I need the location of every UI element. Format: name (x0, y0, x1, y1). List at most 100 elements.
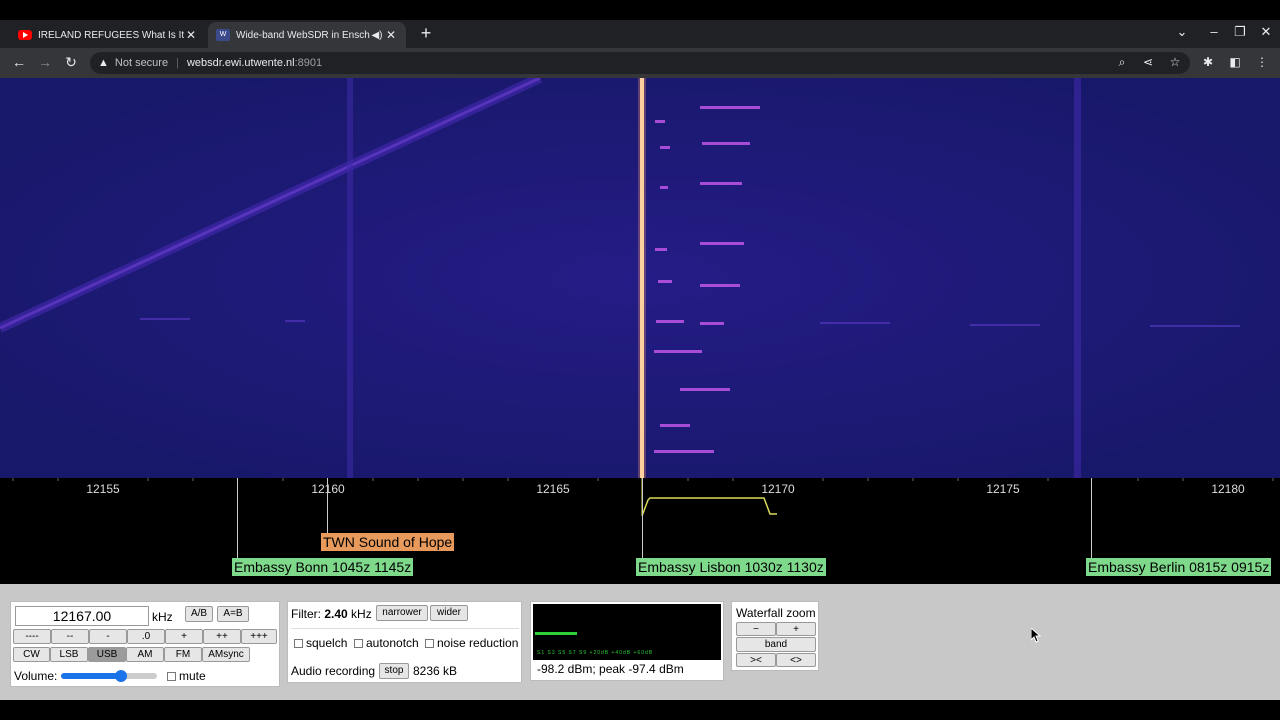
round-frequency-button[interactable]: .0 (127, 629, 165, 644)
station-label-berlin[interactable]: Embassy Berlin 0815z 0915z (1086, 558, 1272, 576)
a-equals-b-button[interactable]: A=B (217, 606, 249, 622)
audio-recording-label: Audio recording (291, 664, 376, 678)
mouse-cursor-icon (1031, 628, 1042, 643)
extensions-icon[interactable]: ✱ (1200, 55, 1216, 69)
smeter-panel: S1 S3 S5 S7 S9 +20dB +40dB +60dB -98.2 d… (530, 601, 724, 681)
tick-label: 12165 (536, 482, 570, 496)
waterfall-image (0, 78, 1280, 478)
address-bar[interactable]: ▲ Not secure | websdr.ewi.utwente.nl :89… (90, 52, 1190, 74)
page-content: 12155 12160 12165 12170 12175 12180 TWN … (0, 78, 1280, 700)
zoom-wide-button[interactable]: <> (776, 653, 816, 667)
step-down-large-button[interactable]: ---- (13, 629, 51, 644)
url-host: websdr.ewi.utwente.nl (186, 57, 295, 69)
side-panel-icon[interactable]: ◧ (1227, 55, 1243, 69)
zoom-title: Waterfall zoom (736, 606, 816, 620)
tab-websdr[interactable]: W Wide-band WebSDR in Ensch ◀) ✕ (208, 22, 406, 48)
station-label-twn[interactable]: TWN Sound of Hope (321, 533, 455, 551)
zoom-narrow-button[interactable]: >< (736, 653, 776, 667)
autonotch-checkbox[interactable]: autonotch (354, 636, 419, 650)
frequency-unit: kHz (152, 610, 173, 624)
volume-slider-knob[interactable] (114, 670, 127, 682)
tab-strip: IRELAND REFUGEES What Is It R ✕ W Wide-b… (0, 20, 1280, 48)
signal-readout: -98.2 dBm; peak -97.4 dBm (537, 662, 684, 676)
waterfall-display[interactable] (0, 78, 1280, 478)
step-down-medium-button[interactable]: -- (51, 629, 89, 644)
step-up-medium-button[interactable]: ++ (203, 629, 241, 644)
zoom-icon[interactable]: ⌕ (1114, 55, 1130, 70)
tab-title: Wide-band WebSDR in Ensch (236, 29, 370, 41)
zoom-band-button[interactable]: band (736, 637, 816, 652)
youtube-icon (18, 30, 32, 40)
mode-usb-button[interactable]: USB (88, 647, 126, 662)
station-marker-line (237, 478, 238, 558)
station-marker-line (642, 478, 643, 558)
station-label-bonn[interactable]: Embassy Bonn 1045z 1145z (232, 558, 414, 576)
narrower-button[interactable]: narrower (376, 605, 428, 621)
frequency-scale[interactable]: 12155 12160 12165 12170 12175 12180 TWN … (0, 478, 1280, 584)
url-port: :8901 (294, 57, 323, 69)
menu-icon[interactable]: ⋮ (1254, 55, 1270, 69)
mute-checkbox[interactable]: mute (167, 669, 206, 683)
volume-slider-fill (61, 673, 121, 679)
squelch-checkbox[interactable]: squelch (294, 636, 347, 650)
browser-toolbar: ← → ↻ ▲ Not secure | websdr.ewi.utwente.… (0, 48, 1280, 78)
smeter-display: S1 S3 S5 S7 S9 +20dB +40dB +60dB (533, 604, 721, 660)
control-panel-area: 12167.00 kHz A/B A=B ---- -- - .0 + ++ +… (0, 584, 1280, 700)
tick-label: 12175 (986, 482, 1020, 496)
not-secure-label: Not secure (114, 57, 169, 69)
screen-top-bar (0, 0, 1280, 20)
step-up-large-button[interactable]: +++ (241, 629, 277, 644)
stop-recording-button[interactable]: stop (379, 663, 409, 679)
ab-button[interactable]: A/B (185, 606, 213, 622)
zoom-out-button[interactable]: − (736, 622, 776, 636)
window-close-icon[interactable]: ✕ (1256, 24, 1276, 40)
mode-fm-button[interactable]: FM (164, 647, 202, 662)
tuning-panel: 12167.00 kHz A/B A=B ---- -- - .0 + ++ +… (10, 601, 280, 687)
volume-label: Volume: (14, 669, 58, 683)
warning-icon: ▲ (98, 57, 109, 69)
tab-search-chevron-icon[interactable]: ⌄ (1172, 24, 1192, 40)
divider: | (176, 57, 179, 69)
bookmark-star-icon[interactable]: ☆ (1167, 55, 1183, 69)
filter-panel: Filter: 2.40 kHz narrower wider squelch … (287, 601, 522, 683)
tick-label: 12160 (311, 482, 345, 496)
speaker-icon[interactable]: ◀) (370, 30, 384, 41)
close-icon[interactable]: ✕ (384, 28, 398, 42)
mode-amsync-button[interactable]: AMsync (202, 647, 250, 662)
restore-icon[interactable]: ❐ (1230, 24, 1250, 40)
mode-lsb-button[interactable]: LSB (50, 647, 88, 662)
tab-title: IRELAND REFUGEES What Is It R (38, 29, 184, 41)
volume-slider[interactable] (61, 670, 157, 682)
tick-label: 12180 (1211, 482, 1245, 496)
screen: IRELAND REFUGEES What Is It R ✕ W Wide-b… (0, 0, 1280, 720)
zoom-in-button[interactable]: + (776, 622, 816, 636)
back-icon[interactable]: ← (10, 54, 28, 70)
minimize-icon[interactable]: – (1204, 24, 1224, 39)
step-down-small-button[interactable]: - (89, 629, 127, 644)
forward-icon[interactable]: → (36, 54, 54, 70)
filter-readout: Filter: 2.40 kHz (291, 607, 372, 621)
mute-label: mute (179, 669, 206, 683)
smeter-scale: S1 S3 S5 S7 S9 +20dB +40dB +60dB (537, 650, 654, 656)
station-marker-line (1091, 478, 1092, 558)
waterfall-zoom-panel: Waterfall zoom − + band >< <> (731, 601, 819, 671)
mode-am-button[interactable]: AM (126, 647, 164, 662)
step-up-small-button[interactable]: + (165, 629, 203, 644)
tick-label: 12155 (86, 482, 120, 496)
divider (291, 628, 519, 629)
frequency-input[interactable]: 12167.00 (15, 606, 149, 626)
wider-button[interactable]: wider (430, 605, 468, 621)
share-icon[interactable]: ⋖ (1140, 55, 1156, 69)
websdr-icon: W (216, 29, 230, 41)
noise-reduction-checkbox[interactable]: noise reduction (425, 636, 518, 650)
mode-cw-button[interactable]: CW (13, 647, 50, 662)
station-label-lisbon[interactable]: Embassy Lisbon 1030z 1130z (636, 558, 826, 576)
reload-icon[interactable]: ↻ (62, 54, 80, 71)
new-tab-button[interactable]: + (416, 24, 436, 42)
tick-label: 12170 (761, 482, 795, 496)
recording-size: 8236 kB (413, 664, 458, 678)
close-icon[interactable]: ✕ (184, 28, 198, 42)
tab-ireland-refugees[interactable]: IRELAND REFUGEES What Is It R ✕ (10, 22, 206, 48)
smeter-bar (535, 632, 577, 635)
station-marker-line (327, 478, 328, 534)
